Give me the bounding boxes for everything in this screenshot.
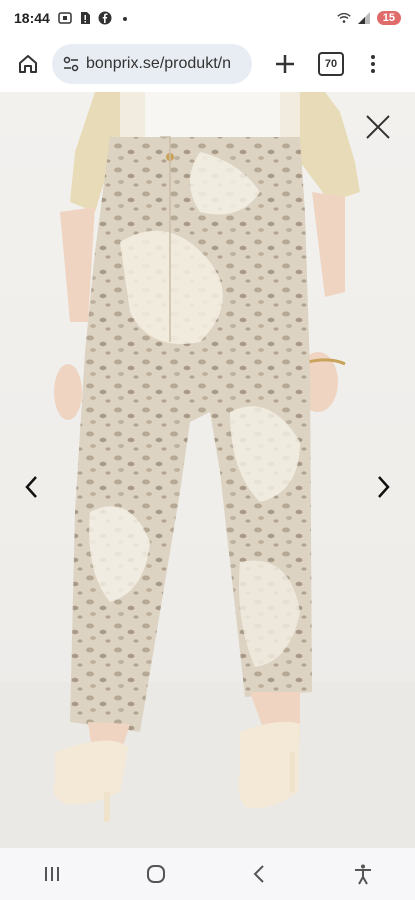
menu-dot [371, 69, 375, 73]
overflow-menu-button[interactable] [368, 55, 378, 73]
recent-apps-button[interactable] [37, 859, 67, 889]
system-nav-bar [0, 848, 415, 900]
close-button[interactable] [363, 112, 393, 142]
accessibility-icon [355, 864, 372, 885]
menu-dot [371, 55, 375, 59]
wifi-icon [337, 12, 351, 23]
home-nav-button[interactable] [141, 859, 171, 889]
notification-icons [58, 11, 132, 25]
image-viewer [0, 92, 415, 848]
product-image[interactable] [0, 92, 415, 848]
accessibility-button[interactable] [348, 859, 378, 889]
menu-dot [371, 62, 375, 66]
facebook-icon [98, 11, 112, 25]
site-settings-icon[interactable] [62, 55, 80, 73]
chevron-left-icon [25, 476, 37, 498]
recent-apps-icon [44, 867, 59, 881]
close-icon [366, 115, 390, 139]
back-icon [253, 865, 265, 883]
new-tab-button[interactable] [270, 49, 300, 79]
address-bar[interactable]: bonprix.se/produkt/n [52, 44, 252, 84]
url-text: bonprix.se/produkt/n [86, 55, 231, 72]
screenshot-icon [58, 12, 72, 24]
dot-icon [122, 17, 127, 21]
status-bar: 18:44 15 [0, 0, 415, 36]
plus-icon [276, 55, 294, 73]
sim-alert-icon [80, 12, 90, 24]
browser-toolbar: bonprix.se/produkt/n 70 [0, 36, 415, 92]
chevron-right-icon [378, 476, 390, 498]
status-time: 18:44 [14, 10, 50, 26]
next-image-button[interactable] [371, 472, 395, 502]
home-icon [146, 865, 165, 883]
battery-indicator: 15 [376, 11, 401, 25]
previous-image-button[interactable] [20, 472, 44, 502]
back-nav-button[interactable] [244, 859, 274, 889]
tab-switcher-button[interactable]: 70 [318, 52, 344, 76]
signal-icon [357, 12, 370, 24]
home-icon [19, 55, 37, 73]
home-button[interactable] [10, 46, 46, 82]
